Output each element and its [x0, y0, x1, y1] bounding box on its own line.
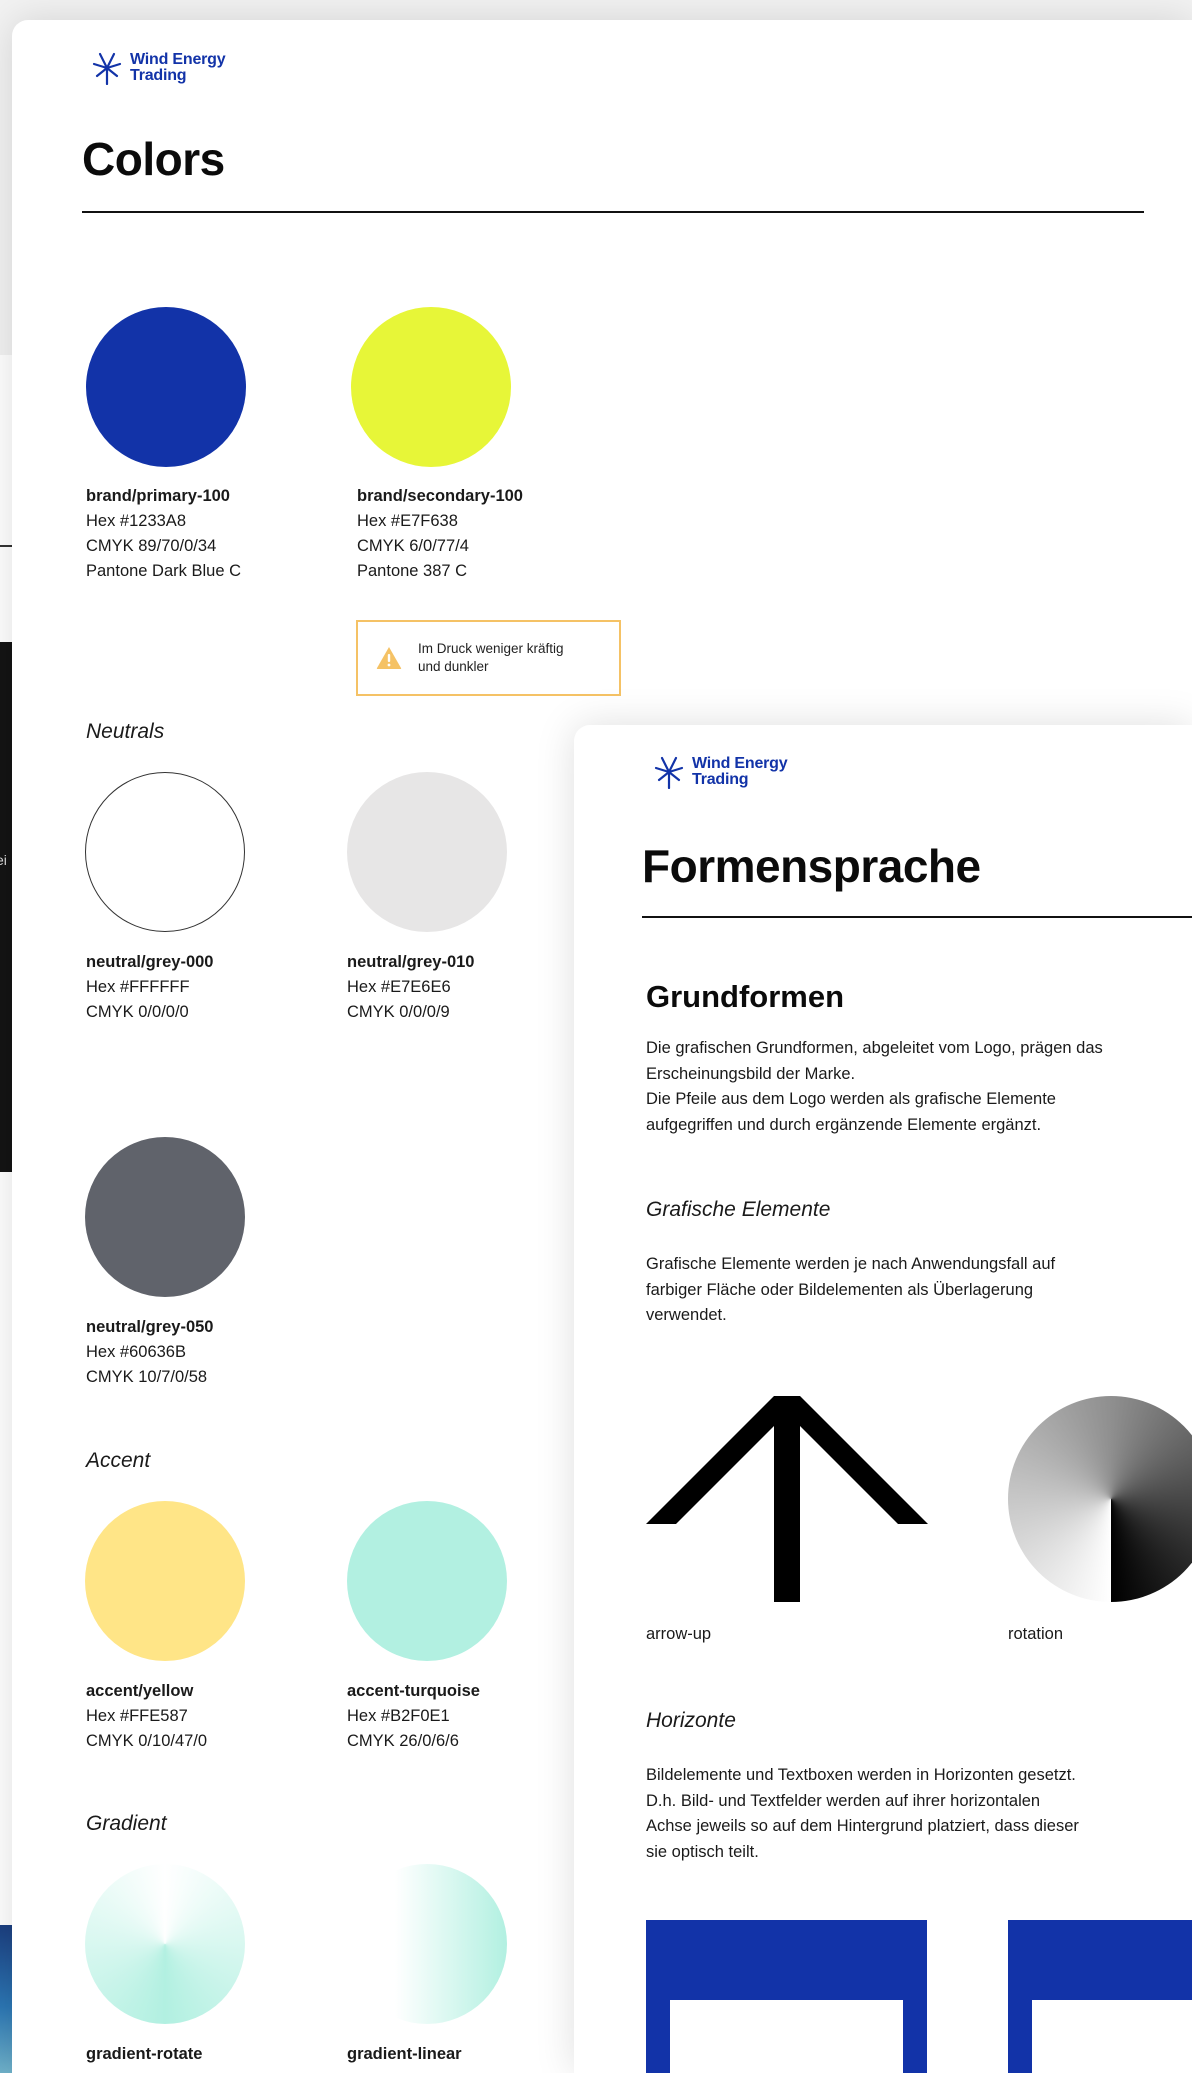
swatch-cmyk: CMYK 26/0/6/6: [347, 1732, 459, 1750]
swatch-hex: Hex #60636B: [86, 1343, 186, 1361]
page-title: Formensprache: [642, 840, 981, 892]
formensprache-page-card: Wind Energy Trading Formensprache Grundf…: [574, 725, 1192, 2073]
print-warning-note: Im Druck weniger kräftig und dunkler: [356, 620, 621, 696]
logo-line2: Trading: [130, 67, 187, 84]
swatch-info-grey-000: neutral/grey-000 Hex #FFFFFF CMYK 0/0/0/…: [86, 950, 213, 1025]
swatch-info-gradient-linear: gradient-linear: [347, 2042, 462, 2067]
logo-line1: Wind Energy: [692, 755, 788, 772]
swatch-grey-000: [85, 772, 245, 932]
brand-logo[interactable]: Wind Energy Trading: [652, 755, 788, 789]
swatch-name: gradient-linear: [347, 2045, 462, 2063]
swatch-cmyk: CMYK 0/0/0/0: [86, 1003, 189, 1021]
swatch-pantone: Pantone Dark Blue C: [86, 562, 242, 580]
swatch-pantone: Pantone 387 C: [357, 562, 468, 580]
text-line: sie optisch teilt.: [646, 1842, 759, 1861]
caption-arrow-up: arrow-up: [646, 1625, 712, 1643]
wind-star-logo-icon: [654, 756, 684, 789]
section-title-grundformen: Grundformen: [646, 979, 845, 1014]
swatch-cmyk: CMYK 6/0/77/4: [357, 537, 469, 555]
subsection-label-grafische-elemente: Grafische Elemente: [646, 1198, 831, 1221]
text-line: farbiger Fläche oder Bildelementen als Ü…: [646, 1280, 1034, 1299]
subsection-label-horizonte: Horizonte: [646, 1709, 736, 1732]
intro-line: Erscheinungsbild der Marke.: [646, 1064, 856, 1083]
caption-rotation: rotation: [1008, 1625, 1064, 1643]
swatch-cmyk: CMYK 10/7/0/58: [86, 1368, 208, 1386]
text-line: Grafische Elemente werden je nach Anwend…: [646, 1255, 1056, 1273]
grafische-elemente-text: Grafische Elemente werden je nach Anwend…: [646, 1252, 1055, 1329]
wind-star-logo-icon: [92, 52, 122, 85]
swatch-hex: Hex #E7E6E6: [347, 978, 451, 996]
brand-logo[interactable]: Wind Energy Trading: [90, 51, 226, 85]
grundformen-intro: Die grafischen Grundformen, abgeleitet v…: [646, 1036, 1103, 1138]
section-label-accent: Accent: [86, 1449, 151, 1472]
swatch-info-gradient-rotate: gradient-rotate: [86, 2042, 202, 2067]
swatch-secondary-100: [351, 307, 511, 467]
title-divider: [82, 211, 1144, 213]
section-label-neutrals: Neutrals: [86, 720, 165, 743]
title-divider: [642, 916, 1192, 918]
swatch-hex: Hex #1233A8: [86, 512, 186, 530]
horizon-example-1: [646, 1920, 927, 2073]
swatch-accent-yellow: [85, 1501, 245, 1661]
text-line: verwendet.: [646, 1306, 727, 1324]
intro-line: aufgegriffen und durch ergänzende Elemen…: [646, 1115, 1042, 1134]
swatch-name: accent-turquoise: [347, 1682, 480, 1700]
horizon-textbox: [670, 2000, 903, 2073]
swatch-hex: Hex #B2F0E1: [347, 1707, 450, 1725]
warning-icon: [376, 647, 402, 669]
text-line: Achse jeweils so auf dem Hintergrund pla…: [646, 1817, 1079, 1835]
swatch-name: gradient-rotate: [86, 2045, 203, 2063]
intro-line: Die Pfeile aus dem Logo werden als grafi…: [646, 1090, 1056, 1108]
swatch-grey-050: [85, 1137, 245, 1297]
swatch-info-primary-100: brand/primary-100 Hex #1233A8 CMYK 89/70…: [86, 484, 241, 584]
swatch-cmyk: CMYK 89/70/0/34: [86, 537, 217, 555]
swatch-cmyk: CMYK 0/10/47/0: [86, 1732, 208, 1750]
swatch-name: accent/yellow: [86, 1682, 194, 1700]
arrow-up-icon: [646, 1396, 928, 1602]
intro-line: Die grafischen Grundformen, abgeleitet v…: [646, 1039, 1103, 1057]
page-title: Colors: [82, 133, 225, 185]
swatch-name: brand/primary-100: [86, 487, 230, 505]
warning-line2: und dunkler: [418, 659, 489, 674]
swatch-info-accent-turquoise: accent-turquoise Hex #B2F0E1 CMYK 26/0/6…: [347, 1679, 480, 1754]
swatch-accent-turquoise: [347, 1501, 507, 1661]
horizon-example-2: [1008, 1920, 1192, 2073]
swatch-name: neutral/grey-050: [86, 1318, 214, 1336]
warning-line1: Im Druck weniger kräftig: [418, 641, 564, 656]
swatch-grey-010: [347, 772, 507, 932]
swatch-name: brand/secondary-100: [357, 487, 523, 505]
logo-line1: Wind Energy: [130, 51, 226, 68]
logo-line2: Trading: [692, 771, 749, 788]
swatch-info-accent-yellow: accent/yellow Hex #FFE587 CMYK 0/10/47/0: [86, 1679, 207, 1754]
swatch-primary-100: [86, 307, 246, 467]
swatch-name: neutral/grey-010: [347, 953, 475, 971]
swatch-gradient-linear: [347, 1864, 507, 2024]
swatch-hex: Hex #FFFFFF: [86, 978, 190, 996]
swatch-hex: Hex #FFE587: [86, 1707, 188, 1725]
horizon-textbox: [1032, 2000, 1192, 2073]
swatch-gradient-rotate: [85, 1864, 245, 2024]
background-fragment-text: ei: [0, 852, 7, 868]
swatch-cmyk: CMYK 0/0/0/9: [347, 1003, 450, 1021]
text-line: D.h. Bild- und Textfelder werden auf ihr…: [646, 1791, 1041, 1810]
swatch-info-grey-050: neutral/grey-050 Hex #60636B CMYK 10/7/0…: [86, 1315, 213, 1390]
swatch-hex: Hex #E7F638: [357, 512, 458, 530]
swatch-info-grey-010: neutral/grey-010 Hex #E7E6E6 CMYK 0/0/0/…: [347, 950, 474, 1025]
rotation-icon: [1008, 1396, 1192, 1602]
horizonte-text: Bildelemente und Textboxen werden in Hor…: [646, 1763, 1079, 1865]
section-label-gradient: Gradient: [86, 1812, 167, 1835]
swatch-name: neutral/grey-000: [86, 953, 214, 971]
swatch-info-secondary-100: brand/secondary-100 Hex #E7F638 CMYK 6/0…: [357, 484, 523, 584]
text-line: Bildelemente und Textboxen werden in Hor…: [646, 1766, 1076, 1784]
